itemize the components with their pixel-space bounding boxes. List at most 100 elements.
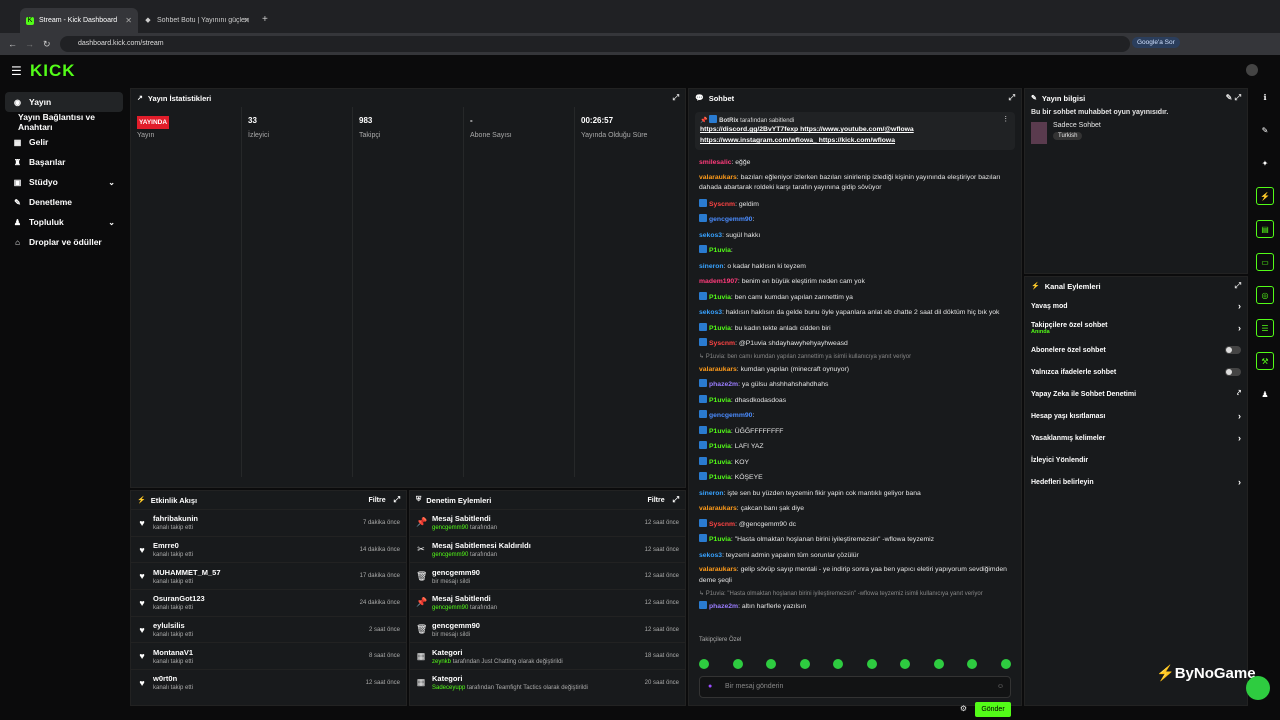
new-tab-icon[interactable]: + — [262, 14, 268, 25]
channel-action-item[interactable]: Hesap yaşı kısıtlaması › — [1025, 405, 1247, 427]
close-icon[interactable]: ✕ — [125, 16, 132, 25]
chat-message[interactable]: P1uvia: dhasdkodasdoas — [689, 393, 1021, 409]
chat-message[interactable]: smilesalic: eğğe — [689, 155, 1021, 171]
chat-icon[interactable]: ▭ — [1256, 253, 1274, 271]
chat-username[interactable]: Syscnm — [709, 521, 735, 528]
activity-user[interactable]: OsuranGot123 — [153, 594, 205, 603]
info-icon[interactable]: ℹ — [1256, 88, 1274, 106]
tab-kick-dashboard[interactable]: K Stream - Kick Dashboard ✕ — [20, 8, 138, 33]
list-icon[interactable]: ☰ — [1256, 319, 1274, 337]
chat-username[interactable]: P1uvia — [709, 536, 731, 543]
close-icon[interactable]: ✕ — [243, 16, 250, 25]
filter-button[interactable]: Filtre — [647, 497, 664, 504]
activity-user[interactable]: MontanaV1 — [153, 648, 193, 657]
sidebar-item-stream[interactable]: ◉ Yayın — [5, 92, 123, 112]
kick-logo[interactable]: KICK — [30, 61, 76, 81]
chat-username[interactable]: sekos3 — [699, 552, 722, 559]
channel-action-item[interactable]: Hedefleri belirleyin › — [1025, 471, 1247, 493]
chat-username[interactable]: valaraukars — [699, 366, 737, 373]
emote-icon[interactable] — [967, 659, 978, 669]
chat-message[interactable]: sekos3: sugül hakkı — [689, 228, 1021, 244]
sidebar-item-studio[interactable]: ▣ Stüdyo ⌄ — [5, 172, 123, 192]
wrench-icon[interactable]: ⚒ — [1256, 352, 1274, 370]
toggle-switch[interactable] — [1225, 368, 1241, 376]
moderation-user[interactable]: Sadeceyupp — [432, 685, 465, 691]
tab-chat-bot[interactable]: ◆ Sohbet Botu | Yayınını güçlendir ✕ — [138, 8, 256, 33]
chat-username[interactable]: valaraukars — [699, 174, 737, 181]
sidebar-item-community[interactable]: ♟ Topluluk ⌄ — [5, 212, 123, 232]
avatar[interactable] — [1246, 64, 1258, 76]
chat-message[interactable]: P1uvia: KÖŞEYE — [689, 470, 1021, 486]
chat-username[interactable]: sekos3 — [699, 232, 722, 239]
chat-username[interactable]: smilesalic — [699, 159, 732, 166]
emote-icon[interactable] — [900, 659, 911, 669]
chat-message[interactable]: sekos3: haklısın haklısın da gelde bunu … — [689, 305, 1021, 321]
moderator-icon[interactable]: ✦ — [1256, 154, 1274, 172]
chat-message[interactable]: Syscnm: geldim — [689, 197, 1021, 213]
emote-icon[interactable] — [766, 659, 777, 669]
chat-username[interactable]: Syscnm — [709, 201, 735, 208]
chat-message[interactable]: P1uvia: — [689, 243, 1021, 259]
help-button[interactable] — [1246, 676, 1270, 700]
pin-link[interactable]: https://discord.gg/2BvYT7fexp https://ww… — [700, 124, 1010, 135]
emote-icon[interactable] — [799, 659, 810, 669]
emote-icon[interactable] — [933, 659, 944, 669]
emoji-icon[interactable]: ☺ — [997, 677, 1004, 697]
chat-username[interactable]: sekos3 — [699, 309, 722, 316]
url-field[interactable]: dashboard.kick.com/stream — [60, 36, 1130, 52]
chat-message[interactable]: sineron: işte sen bu yüzden teyzemin fik… — [689, 486, 1021, 502]
chat-message[interactable]: valaraukars: gelip sövüp sayıp mentali -… — [689, 563, 1021, 589]
sidebar-item-moderation[interactable]: ✎ Denetleme — [5, 192, 123, 212]
moderation-user[interactable]: gencgemm90 — [432, 605, 468, 611]
popout-icon[interactable]: ⤢ — [394, 495, 400, 505]
pin-link[interactable]: https://www.instagram.com/wflowa_ https:… — [700, 135, 1010, 146]
chat-username[interactable]: phaze2m — [709, 381, 738, 388]
chat-message[interactable]: valaraukars: kumdan yapılan (minecraft o… — [689, 362, 1021, 378]
chat-username[interactable]: P1uvia — [709, 247, 731, 254]
moderation-user[interactable]: zeynkb — [432, 659, 451, 665]
forward-icon[interactable]: → — [25, 39, 34, 49]
chat-message[interactable]: gencgemm90: — [689, 408, 1021, 424]
chat-input[interactable]: Bir mesaj gönderin ● ☺ — [699, 676, 1011, 698]
sidebar-item-stream-key[interactable]: Yayın Bağlantısı ve Anahtarı — [5, 112, 123, 132]
chat-username[interactable]: madem1907 — [699, 278, 738, 285]
chat-message[interactable]: valaraukars: çakcan banı şak diye — [689, 501, 1021, 517]
chat-message[interactable]: gencgemm90: — [689, 212, 1021, 228]
moderation-user[interactable]: gencgemm90 — [432, 552, 468, 558]
activity-user[interactable]: Emrre0 — [153, 541, 193, 550]
chat-username[interactable]: P1uvia — [709, 397, 731, 404]
edit-icon[interactable]: ✎ — [1256, 121, 1274, 139]
filter-button[interactable]: Filtre — [368, 497, 385, 504]
emote-icon[interactable] — [732, 659, 743, 669]
google-ask-button[interactable]: Google'a Sor — [1132, 37, 1180, 48]
chat-message[interactable]: P1uvia: "Hasta olmaktan hoşlanan birini … — [689, 532, 1021, 548]
channel-action-item[interactable]: Abonelere özel sohbet — [1025, 339, 1247, 361]
chat-message[interactable]: valaraukars: bazıları eğleniyor izlerken… — [689, 171, 1021, 197]
chat-username[interactable]: Syscnm — [709, 340, 735, 347]
pinned-message[interactable]: 📌 BotRix tarafından sabitlendi https://d… — [695, 112, 1015, 150]
chat-message[interactable]: P1uvia: ben camı kumdan yapılan zannetti… — [689, 290, 1021, 306]
gear-icon[interactable]: ⚙ — [960, 704, 967, 713]
emote-icon[interactable] — [866, 659, 877, 669]
chat-username[interactable]: sineron — [699, 490, 724, 497]
activity-user[interactable]: fahribakunin — [153, 514, 198, 523]
back-icon[interactable]: ← — [8, 39, 17, 49]
document-icon[interactable]: ▤ — [1256, 220, 1274, 238]
chat-username[interactable]: P1uvia — [709, 428, 731, 435]
chat-username[interactable]: sineron — [699, 263, 724, 270]
moderation-user[interactable]: gencgemm90 — [432, 525, 468, 531]
chat-username[interactable]: P1uvia — [709, 443, 731, 450]
channel-action-item[interactable]: Yavaş mod › — [1025, 295, 1247, 317]
chat-message[interactable]: Syscnm: @P1uvia shdayhawyhehyayhweasd — [689, 336, 1021, 352]
activity-user[interactable]: w0rt0n — [153, 674, 193, 683]
chat-username[interactable]: P1uvia — [709, 459, 731, 466]
channel-action-item[interactable]: Yasaklanmış kelimeler › — [1025, 427, 1247, 449]
chat-message[interactable]: phaze2m: altın harflerle yazılsın — [689, 599, 1021, 610]
chat-message[interactable]: madem1907: benim en büyük eleştirim nede… — [689, 274, 1021, 290]
broadcast-icon[interactable]: ◎ — [1256, 286, 1274, 304]
emote-icon[interactable] — [1000, 659, 1011, 669]
emote-icon[interactable] — [833, 659, 844, 669]
sidebar-item-achievements[interactable]: ♜ Başarılar — [5, 152, 123, 172]
sidebar-item-drops[interactable]: ⌂ Droplar ve ödüller — [5, 232, 123, 252]
channel-action-item[interactable]: Yapay Zeka ile Sohbet Denetimi ⤤ — [1025, 383, 1247, 405]
